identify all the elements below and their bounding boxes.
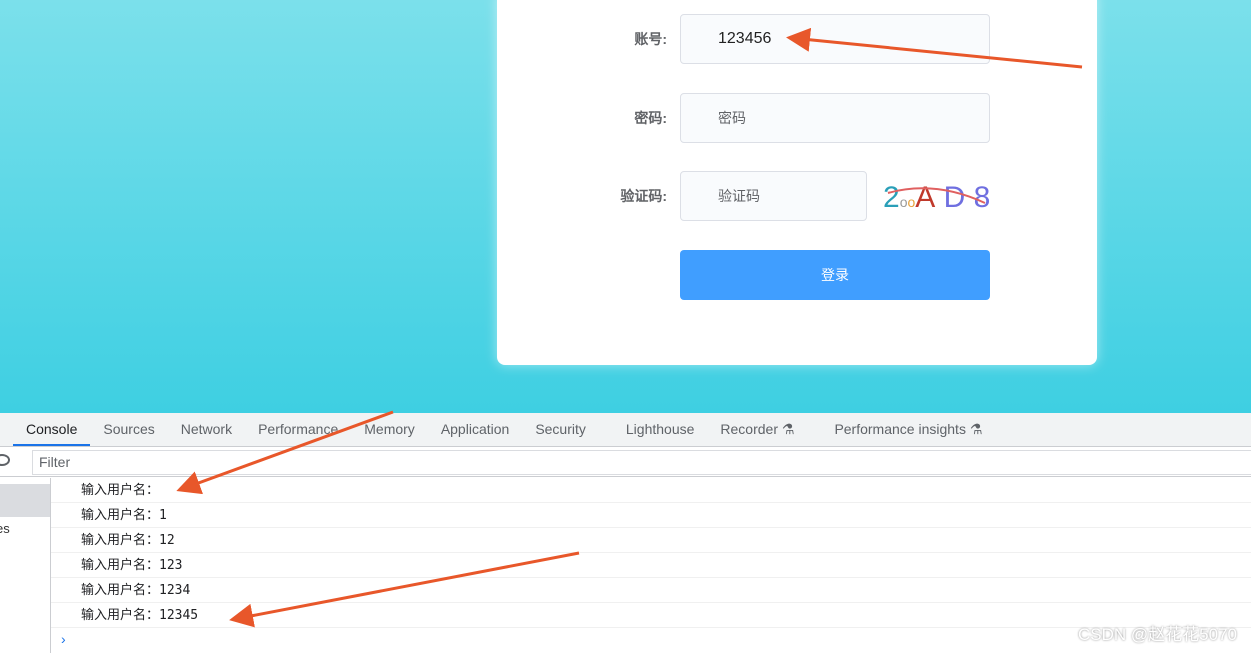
log-line: 输入用户名：12345 xyxy=(51,603,1251,628)
console-log: 输入用户名： 输入用户名：1 输入用户名：12 输入用户名：123 输入用户名：… xyxy=(51,478,1251,650)
captcha-char: D xyxy=(943,181,966,214)
watermark: CSDN @赵花花5070 xyxy=(1078,625,1237,644)
tab-performance-insights[interactable]: Performance insights ⚗ xyxy=(821,413,995,446)
login-page: 账号: 123456 密码: 密码 验证码: 验证码 2ooA D 8 登录 xyxy=(0,0,1251,413)
tab-application[interactable]: Application xyxy=(428,413,523,446)
log-line: 输入用户名：12 xyxy=(51,528,1251,553)
log-line: 输入用户名： xyxy=(51,478,1251,503)
tab-console[interactable]: Console xyxy=(13,413,91,446)
captcha-image[interactable]: 2ooA D 8 xyxy=(883,181,991,215)
tab-sources[interactable]: Sources xyxy=(90,413,167,446)
account-label: 账号: xyxy=(634,31,667,47)
log-line: 输入用户名：1234 xyxy=(51,578,1251,603)
console-prompt[interactable]: › xyxy=(51,628,1251,650)
login-card: 账号: 123456 密码: 密码 验证码: 验证码 2ooA D 8 登录 xyxy=(497,0,1097,365)
login-button[interactable]: 登录 xyxy=(680,250,990,300)
captcha-char: 8 xyxy=(973,181,991,214)
captcha-row: 验证码: 验证码 2ooA D 8 xyxy=(497,171,1097,221)
captcha-char: 2 xyxy=(883,181,900,214)
tab-recorder[interactable]: Recorder ⚗ xyxy=(707,413,821,446)
account-input[interactable]: 123456 xyxy=(680,14,990,64)
sidebar-item-selected[interactable] xyxy=(0,484,50,517)
password-row: 密码: 密码 xyxy=(497,93,1097,143)
password-input[interactable]: 密码 xyxy=(680,93,990,143)
captcha-input[interactable]: 验证码 xyxy=(680,171,867,221)
console-sidebar: es xyxy=(0,478,51,653)
sidebar-item-messages[interactable]: es xyxy=(0,521,50,536)
devtools-panel: Console Sources Network Performance Memo… xyxy=(0,413,1251,653)
account-row: 账号: 123456 xyxy=(497,14,1097,64)
tab-network[interactable]: Network xyxy=(168,413,245,446)
tab-performance[interactable]: Performance xyxy=(245,413,351,446)
log-line: 输入用户名：1 xyxy=(51,503,1251,528)
tab-memory[interactable]: Memory xyxy=(351,413,428,446)
tab-security[interactable]: Security xyxy=(522,413,613,446)
devtools-tabs: Console Sources Network Performance Memo… xyxy=(0,413,1251,447)
password-label: 密码: xyxy=(634,110,667,126)
captcha-char: A xyxy=(915,181,936,214)
console-toolbar: Filter xyxy=(0,447,1251,477)
captcha-label: 验证码: xyxy=(620,188,667,204)
filter-input[interactable]: Filter xyxy=(32,450,1251,475)
eye-icon[interactable] xyxy=(0,454,10,466)
log-line: 输入用户名：123 xyxy=(51,553,1251,578)
tab-lighthouse[interactable]: Lighthouse xyxy=(613,413,708,446)
